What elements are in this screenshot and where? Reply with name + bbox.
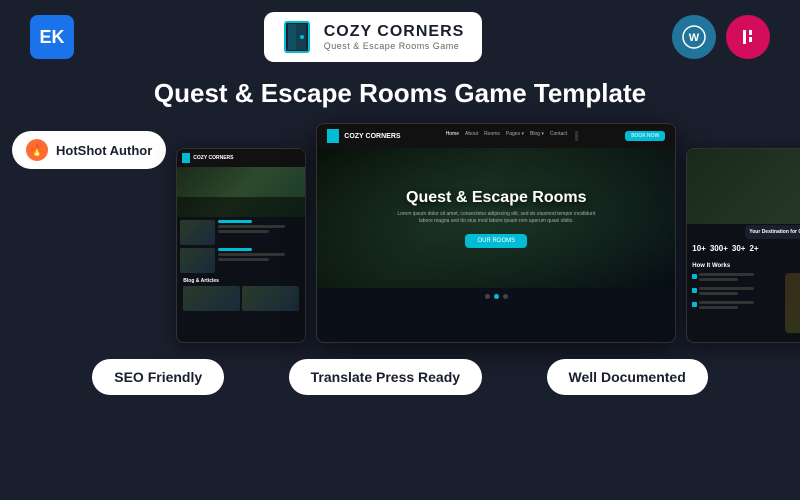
seo-badge: SEO Friendly: [92, 359, 224, 395]
bottom-badges: SEO Friendly Translate Press Ready Well …: [0, 343, 800, 395]
right-screenshot: Your Destination for Quest Rooms 10+ 300…: [686, 148, 800, 343]
documented-badge: Well Documented: [547, 359, 708, 395]
ek-logo: EK: [30, 15, 74, 59]
hotshot-icon: 🔥: [26, 139, 48, 161]
screenshots-container: COZY CORNERS: [176, 123, 800, 343]
translate-badge: Translate Press Ready: [289, 359, 482, 395]
elementor-icon: [726, 15, 770, 59]
top-bar: EK COZY CORNERS Quest & Escape Rooms Gam…: [0, 0, 800, 74]
middle-section: 🔥 HotShot Author COZY CORNERS: [0, 123, 800, 343]
brand-logo: COZY CORNERS Quest & Escape Rooms Game: [264, 12, 483, 62]
main-screenshot: COZY CORNERS Home About Rooms Pages ▾ Bl…: [316, 123, 676, 343]
hotshot-badge: 🔥 HotShot Author: [12, 131, 166, 169]
mobile-screenshot: COZY CORNERS: [176, 148, 306, 343]
page-title: Quest & Escape Rooms Game Template: [0, 78, 800, 109]
svg-text:W: W: [689, 32, 700, 44]
door-icon: [282, 20, 312, 54]
platform-icons: W: [672, 15, 770, 59]
brand-text: COZY CORNERS Quest & Escape Rooms Game: [324, 23, 465, 51]
wordpress-icon: W: [672, 15, 716, 59]
